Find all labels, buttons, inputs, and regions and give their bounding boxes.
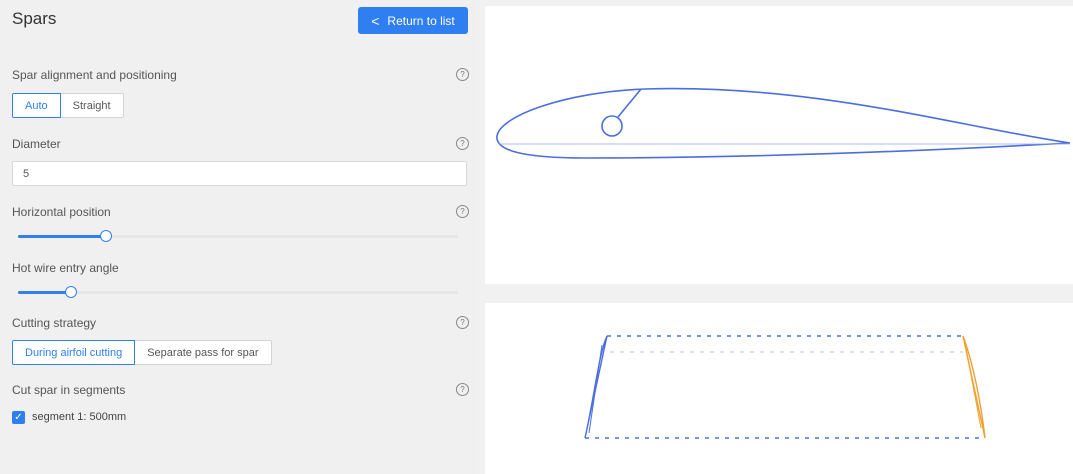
cutting-strategy-toggle: During airfoil cutting Separate pass for… <box>12 340 272 365</box>
slider-fill <box>18 235 106 238</box>
alignment-label: Spar alignment and positioning <box>12 68 177 82</box>
segments-label: Cut spar in segments <box>12 383 126 397</box>
help-icon[interactable]: ? <box>456 68 469 81</box>
return-to-list-button[interactable]: < Return to list <box>358 7 468 34</box>
slider-thumb[interactable] <box>64 286 77 298</box>
cutting-strategy-label: Cutting strategy <box>12 316 97 330</box>
wing-planform-drawing <box>584 335 986 439</box>
airfoil-profile-view <box>485 6 1073 284</box>
strategy-option-during[interactable]: During airfoil cutting <box>12 340 136 365</box>
chevron-left-icon: < <box>371 12 380 29</box>
spar-entry-line <box>617 88 642 118</box>
help-icon[interactable]: ? <box>456 383 469 396</box>
alignment-option-auto[interactable]: Auto <box>12 93 61 118</box>
wing-planform-view <box>485 303 1073 474</box>
slider-fill <box>18 291 71 294</box>
help-icon[interactable]: ? <box>456 205 469 218</box>
entry-angle-slider[interactable] <box>18 286 458 298</box>
return-to-list-label: Return to list <box>387 13 455 28</box>
horizontal-position-label: Horizontal position <box>12 205 111 219</box>
root-inner-line <box>588 344 603 434</box>
diameter-input[interactable]: 5 <box>12 161 467 186</box>
slider-thumb[interactable] <box>100 230 112 242</box>
tip-inner-line <box>964 342 982 429</box>
help-icon[interactable]: ? <box>456 316 469 329</box>
airfoil-outline <box>496 87 1071 159</box>
diameter-label: Diameter <box>12 137 61 151</box>
help-icon[interactable]: ? <box>456 137 469 150</box>
settings-panel: Spars < Return to list Spar alignment an… <box>0 0 478 474</box>
alignment-toggle: Auto Straight <box>12 93 124 118</box>
strategy-option-separate[interactable]: Separate pass for spar <box>135 340 272 365</box>
horizontal-position-slider[interactable] <box>18 230 458 242</box>
page-title: Spars <box>12 9 57 28</box>
entry-angle-label: Hot wire entry angle <box>12 261 119 275</box>
segment-checkbox[interactable]: ✓ <box>12 411 25 424</box>
spar-circle <box>601 115 623 137</box>
alignment-option-straight[interactable]: Straight <box>60 93 124 118</box>
segment-label: segment 1: 500mm <box>32 411 127 423</box>
airfoil-profile-drawing <box>496 87 1071 159</box>
